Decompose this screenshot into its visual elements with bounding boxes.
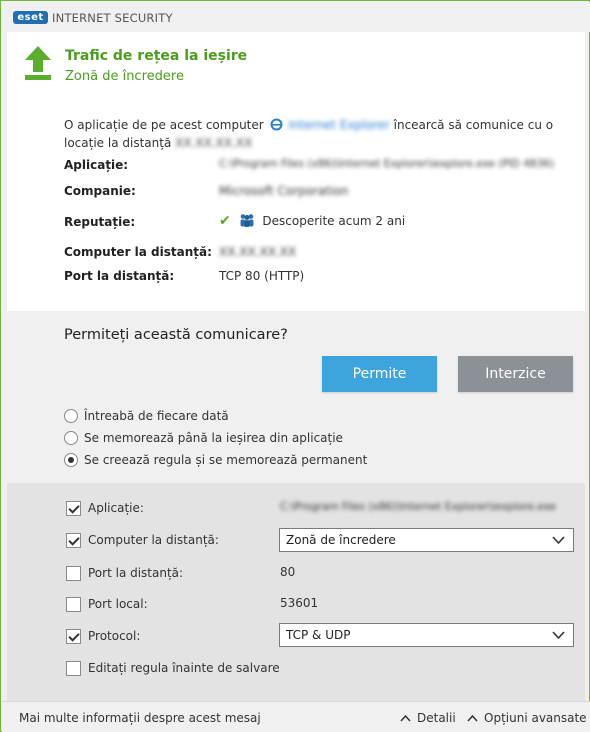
rule-remote-port-value: 80 [280,565,296,579]
details-toggle[interactable]: Detalii [400,711,456,725]
desc-prefix: O aplicație de pe acest computer [64,118,264,132]
radio-button[interactable] [64,409,78,423]
rule-edit-label: Editați regula înainte de salvare [88,661,280,675]
radio-button-selected[interactable] [64,453,78,467]
radio-button[interactable] [64,431,78,445]
chevron-up-icon [400,714,411,722]
radio-remember-until-exit[interactable]: Se memorează până la ieșirea din aplicaț… [64,430,343,446]
advanced-options-toggle[interactable]: Opțiuni avansate [467,711,587,725]
application-value: C:\Program Files (x86)\Internet Explorer… [219,158,555,170]
rule-local-port-label: Port local: [88,597,148,611]
alert-subtitle: Zonă de încredere [65,69,184,84]
chevron-up-icon [467,714,478,722]
radio-ask-every-time[interactable]: Întreabă de fiecare dată [64,408,229,424]
connection-details: O aplicație de pe acest computer Interne… [7,101,585,311]
application-checkbox[interactable] [66,500,81,516]
rule-application-value: C:\Program Files (x86)\Internet Explorer… [280,501,556,513]
app-title: INTERNET SECURITY [52,11,173,25]
internet-explorer-icon [270,118,283,131]
rule-protocol-row[interactable]: Protocol: [66,628,140,644]
eset-logo: eset [13,11,48,24]
alert-title: Trafic de rețea la ieșire [65,48,248,64]
radio-label: Se creează regula și se memorează perman… [84,453,368,467]
local-port-checkbox[interactable] [66,596,81,612]
deny-button[interactable]: Interzice [458,356,573,392]
radio-create-rule-permanent[interactable]: Se creează regula și se memorează perman… [64,452,367,468]
reputation-text: Descoperite acum 2 ani [262,214,406,228]
users-icon [240,214,254,227]
rule-application-label: Aplicație: [88,501,144,515]
radio-label: Întreabă de fiecare dată [84,409,229,423]
remote-port-value: TCP 80 (HTTP) [219,269,305,283]
reputation-check-icon: ✔ [219,213,231,229]
remote-computer-select-value: Zonă de încredere [286,533,396,547]
remote-port-checkbox[interactable] [66,565,81,581]
footer-bar: Mai multe informații despre acest mesaj … [2,701,590,732]
chevron-down-icon [552,631,565,640]
chevron-down-icon [552,536,565,545]
upload-arrow-icon [25,46,51,80]
rule-remote-computer-row[interactable]: Computer la distanță: [66,532,219,548]
question-title: Permiteți această comunicare? [64,327,288,343]
company-value[interactable]: Microsoft Corporation [219,184,348,198]
desc-app-link[interactable]: Internet Explorer [288,118,389,132]
company-label: Companie: [64,184,136,198]
rule-remote-port-row[interactable]: Port la distanță: [66,565,183,581]
remote-computer-value: XX.XX.XX.XX [219,245,297,259]
allow-button[interactable]: Permite [322,356,437,392]
reputation-label: Reputație: [64,215,136,229]
desc-remote-ip: XX.XX.XX.XX [175,136,253,150]
details-label: Detalii [417,711,456,725]
remote-computer-label: Computer la distanță: [64,245,212,259]
decision-section: Permiteți această comunicare? Permite In… [7,311,585,483]
remote-computer-checkbox[interactable] [66,532,81,548]
remote-computer-select[interactable]: Zonă de încredere [279,528,574,552]
rule-protocol-label: Protocol: [88,629,141,643]
rule-remote-port-label: Port la distanță: [88,566,184,580]
title-bar: eset INTERNET SECURITY [2,2,590,32]
rule-remote-computer-label: Computer la distanță: [88,533,219,547]
protocol-checkbox[interactable] [66,628,81,644]
rule-application-row[interactable]: Aplicație: [66,500,144,516]
connection-description: O aplicație de pe acest computer Interne… [64,116,564,152]
rule-local-port-value: 53601 [280,596,319,610]
reputation-value: ✔ Descoperite acum 2 ani [219,213,405,229]
edit-rule-checkbox[interactable] [66,660,81,676]
more-info-link[interactable]: Mai multe informații despre acest mesaj [19,711,261,725]
radio-label: Se memorează până la ieșirea din aplicaț… [84,431,343,445]
protocol-select-value: TCP & UDP [286,628,351,642]
rule-local-port-row[interactable]: Port local: [66,596,148,612]
advanced-options-label: Opțiuni avansate [484,711,587,725]
rule-options: Aplicație: C:\Program Files (x86)\Intern… [7,483,585,701]
remote-port-label: Port la distanță: [64,269,175,283]
application-label: Aplicație: [64,158,129,172]
dialog-window: eset INTERNET SECURITY Trafic de rețea l… [0,0,590,732]
rule-edit-before-save-row[interactable]: Editați regula înainte de salvare [66,660,280,676]
protocol-select[interactable]: TCP & UDP [279,623,574,647]
